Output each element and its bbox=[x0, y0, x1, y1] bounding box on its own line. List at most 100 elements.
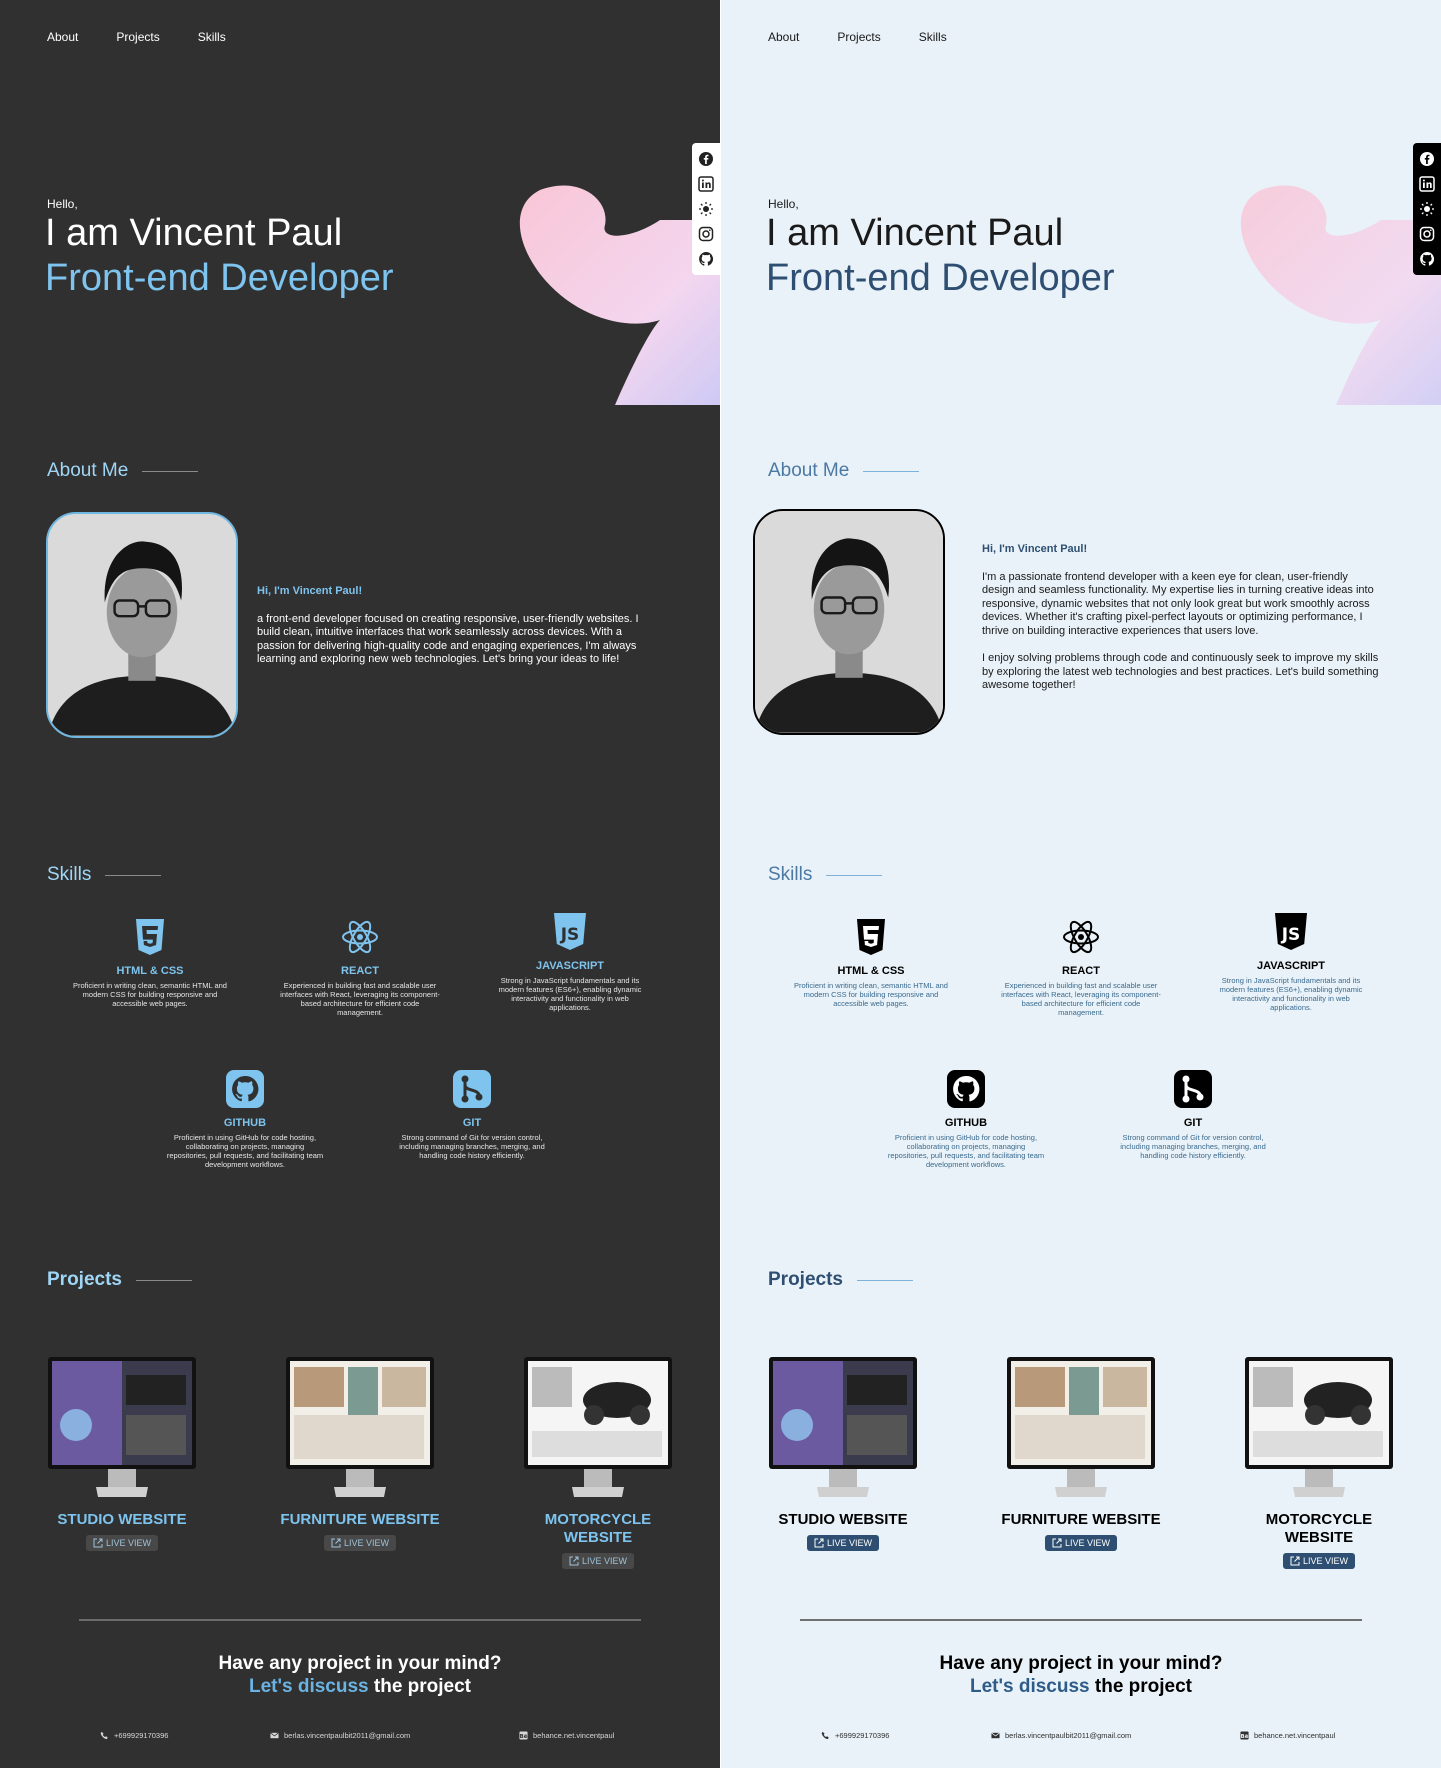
live-view-button[interactable]: LIVE VIEW bbox=[806, 1535, 879, 1551]
hero-hello: Hello, bbox=[47, 197, 78, 211]
skill-html-css: HTML & CSS Proficient in writing clean, … bbox=[791, 915, 951, 1008]
about-section-title: About Me bbox=[768, 460, 920, 482]
footer-divider bbox=[800, 1619, 1362, 1621]
about-section-title: About Me bbox=[47, 460, 199, 482]
nav-bar: About Projects Skills bbox=[47, 30, 226, 44]
github-icon[interactable] bbox=[1419, 251, 1435, 267]
contact-behance[interactable]: Bē behance.net.vincentpaul bbox=[519, 1731, 614, 1740]
behance-icon: Bē bbox=[1240, 1731, 1249, 1740]
profile-photo bbox=[46, 512, 238, 738]
live-view-button[interactable]: LIVE VIEW bbox=[323, 1535, 396, 1551]
theme-toggle-icon[interactable] bbox=[1419, 201, 1435, 217]
about-greeting: Hi, I'm Vincent Paul! bbox=[257, 585, 363, 597]
skill-git: GIT Strong command of Git for version co… bbox=[392, 1067, 552, 1160]
nav-about[interactable]: About bbox=[47, 30, 78, 44]
contact-email[interactable]: berlas.vincentpaulbit2011@gmail.com bbox=[991, 1731, 1131, 1740]
project-furniture: FURNITURE WEBSITE LIVE VIEW bbox=[280, 1355, 440, 1553]
project-motorcycle: MOTORCYCLE WEBSITE LIVE VIEW bbox=[518, 1355, 678, 1571]
hero-hello: Hello, bbox=[768, 197, 799, 211]
skill-git: GIT Strong command of Git for version co… bbox=[1113, 1067, 1273, 1160]
light-theme-panel: About Projects Skills Hello, I am Vincen… bbox=[721, 0, 1441, 1768]
linkedin-icon[interactable] bbox=[1419, 176, 1435, 192]
hero-role: Front-end Developer bbox=[766, 257, 1115, 299]
react-icon bbox=[1063, 920, 1099, 954]
mail-icon bbox=[270, 1732, 279, 1739]
instagram-icon[interactable] bbox=[698, 226, 714, 242]
hero-blob-graphic bbox=[1240, 185, 1441, 405]
external-link-icon bbox=[569, 1556, 579, 1566]
projects-section-title: Projects bbox=[47, 1269, 192, 1291]
about-text: Hi, I'm Vincent Paul! a front-end develo… bbox=[257, 585, 657, 667]
phone-icon bbox=[100, 1731, 108, 1740]
profile-photo bbox=[753, 509, 945, 735]
html-css-icon bbox=[136, 919, 164, 955]
linkedin-icon[interactable] bbox=[698, 176, 714, 192]
github-icon bbox=[226, 1070, 264, 1108]
react-icon bbox=[342, 920, 378, 954]
cta-accent-link[interactable]: Let's discuss bbox=[249, 1676, 369, 1697]
project-studio: STUDIO WEBSITE LIVE VIEW bbox=[42, 1355, 202, 1553]
nav-skills[interactable]: Skills bbox=[919, 30, 947, 44]
theme-toggle-icon[interactable] bbox=[698, 201, 714, 217]
facebook-icon[interactable] bbox=[698, 151, 714, 167]
contact-phone[interactable]: +699929170396 bbox=[100, 1731, 168, 1740]
instagram-icon[interactable] bbox=[1419, 226, 1435, 242]
dark-theme-panel: About Projects Skills Hello, I am Vincen… bbox=[0, 0, 720, 1768]
monitor-mockup bbox=[524, 1357, 672, 1497]
external-link-icon bbox=[1290, 1556, 1300, 1566]
live-view-button[interactable]: LIVE VIEW bbox=[561, 1553, 634, 1569]
nav-projects[interactable]: Projects bbox=[837, 30, 880, 44]
nav-about[interactable]: About bbox=[768, 30, 799, 44]
social-sidebar bbox=[692, 143, 720, 275]
skill-react: REACT Experienced in building fast and s… bbox=[1001, 915, 1161, 1017]
git-icon bbox=[1174, 1070, 1212, 1108]
skills-section-title: Skills bbox=[768, 864, 883, 886]
skill-javascript: JS JAVASCRIPT Strong in JavaScript funda… bbox=[1211, 910, 1371, 1012]
about-paragraph: I enjoy solving problems through code an… bbox=[982, 652, 1379, 691]
about-paragraph: a front-end developer focused on creatin… bbox=[257, 612, 639, 666]
projects-section-title: Projects bbox=[768, 1269, 913, 1291]
hero-name: I am Vincent Paul bbox=[45, 212, 343, 254]
hero-role: Front-end Developer bbox=[45, 257, 394, 299]
javascript-icon: JS bbox=[554, 913, 586, 950]
cta-heading: Have any project in your mind? Let's dis… bbox=[218, 1653, 502, 1697]
cta-heading: Have any project in your mind? Let's dis… bbox=[939, 1653, 1223, 1697]
about-greeting: Hi, I'm Vincent Paul! bbox=[982, 543, 1088, 555]
github-icon[interactable] bbox=[698, 251, 714, 267]
monitor-mockup bbox=[1007, 1357, 1155, 1497]
skill-github: GITHUB Proficient in using GitHub for co… bbox=[165, 1067, 325, 1169]
git-icon bbox=[453, 1070, 491, 1108]
live-view-button[interactable]: LIVE VIEW bbox=[1044, 1535, 1117, 1551]
svg-text:Bē: Bē bbox=[1241, 1734, 1249, 1740]
behance-icon: Bē bbox=[519, 1731, 528, 1740]
phone-icon bbox=[821, 1731, 829, 1740]
javascript-icon: JS bbox=[1275, 913, 1307, 950]
skills-section-title: Skills bbox=[47, 864, 162, 886]
hero-blob-graphic bbox=[519, 185, 720, 405]
nav-projects[interactable]: Projects bbox=[116, 30, 159, 44]
skill-javascript: JS JAVASCRIPT Strong in JavaScript funda… bbox=[490, 910, 650, 1012]
monitor-mockup bbox=[286, 1357, 434, 1497]
monitor-mockup bbox=[1245, 1357, 1393, 1497]
svg-text:JS: JS bbox=[560, 925, 580, 945]
skill-html-css: HTML & CSS Proficient in writing clean, … bbox=[70, 915, 230, 1008]
nav-bar: About Projects Skills bbox=[768, 30, 947, 44]
facebook-icon[interactable] bbox=[1419, 151, 1435, 167]
cta-accent-link[interactable]: Let's discuss bbox=[970, 1676, 1090, 1697]
external-link-icon bbox=[93, 1538, 103, 1548]
contact-phone[interactable]: +699929170396 bbox=[821, 1731, 889, 1740]
monitor-mockup bbox=[769, 1357, 917, 1497]
external-link-icon bbox=[1052, 1538, 1062, 1548]
contact-email[interactable]: berlas.vincentpaulbit2011@gmail.com bbox=[270, 1731, 410, 1740]
project-studio: STUDIO WEBSITE LIVE VIEW bbox=[763, 1355, 923, 1553]
contact-behance[interactable]: Bē behance.net.vincentpaul bbox=[1240, 1731, 1335, 1740]
html-css-icon bbox=[857, 919, 885, 955]
nav-skills[interactable]: Skills bbox=[198, 30, 226, 44]
live-view-button[interactable]: LIVE VIEW bbox=[1282, 1553, 1355, 1569]
social-sidebar bbox=[1413, 143, 1441, 275]
live-view-button[interactable]: LIVE VIEW bbox=[85, 1535, 158, 1551]
hero-name: I am Vincent Paul bbox=[766, 212, 1064, 254]
svg-text:JS: JS bbox=[1281, 925, 1301, 945]
about-paragraph: I'm a passionate frontend developer with… bbox=[982, 570, 1374, 637]
about-text: Hi, I'm Vincent Paul! I'm a passionate f… bbox=[982, 543, 1382, 693]
